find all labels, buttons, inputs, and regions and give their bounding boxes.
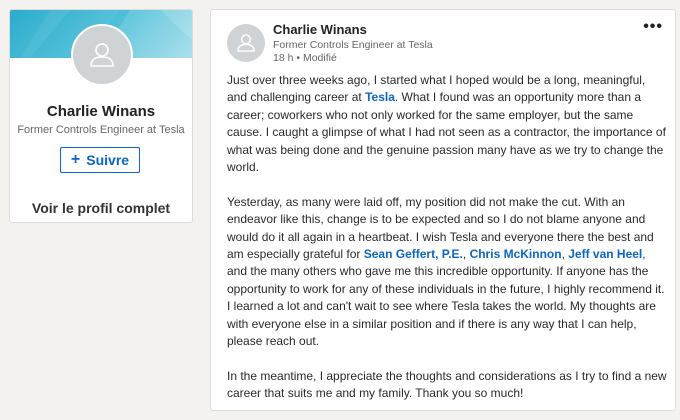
follow-label: Suivre	[86, 152, 130, 168]
post-timestamp: 18 h • Modifié	[273, 52, 337, 64]
more-icon[interactable]: •••	[643, 18, 663, 36]
mention-tesla[interactable]: Tesla	[365, 90, 395, 104]
mention-chris-mckinnon[interactable]: Chris McKinnon	[470, 247, 562, 261]
post-text: ,	[462, 247, 470, 262]
profile-headline: Former Controls Engineer at Tesla	[17, 124, 185, 136]
profile-name[interactable]: Charlie Winans	[10, 103, 192, 120]
post-paragraph: In the meantime, I appreciate the though…	[227, 368, 667, 401]
post-paragraph: Just over three weeks ago, I started wha…	[227, 72, 667, 176]
post-author-headline: Former Controls Engineer at Tesla	[273, 39, 433, 51]
post-author-avatar[interactable]	[227, 24, 265, 62]
person-icon	[90, 43, 114, 67]
profile-card: Charlie Winans Former Controls Engineer …	[9, 9, 193, 223]
post-author-name[interactable]: Charlie Winans	[273, 22, 367, 37]
post-body: Just over three weeks ago, I started wha…	[227, 72, 667, 420]
mention-jeff-van-heel[interactable]: Jeff van Heel	[568, 247, 642, 261]
plus-icon: +	[70, 151, 81, 168]
follow-button[interactable]: + Suivre	[60, 147, 140, 173]
post-paragraph: Yesterday, as many were laid off, my pos…	[227, 194, 667, 351]
mention-sean-geffert[interactable]: Sean Geffert, P.E.	[364, 247, 463, 261]
post-text: , and the many others who gave me this i…	[227, 247, 665, 349]
view-full-profile-link[interactable]: Voir le profil complet	[10, 200, 192, 216]
profile-avatar[interactable]	[71, 24, 133, 86]
person-icon	[237, 34, 255, 52]
post-card: Charlie Winans Former Controls Engineer …	[210, 9, 676, 411]
